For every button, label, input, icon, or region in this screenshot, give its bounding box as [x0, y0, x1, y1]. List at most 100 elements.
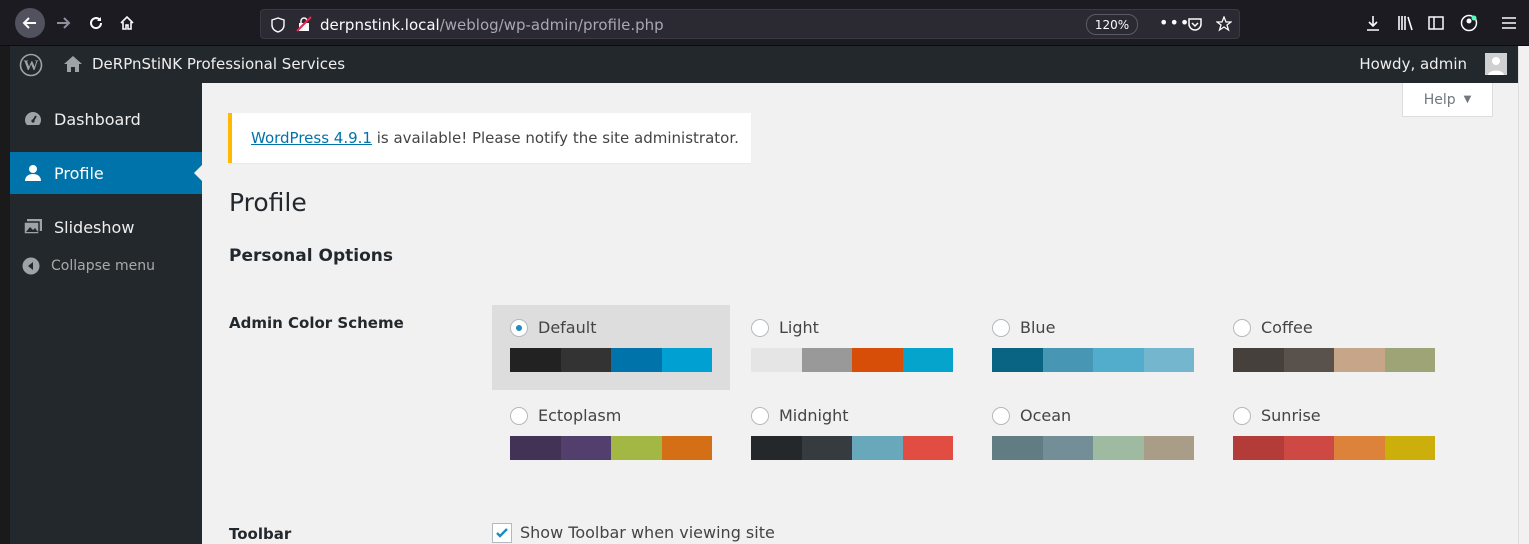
scheme-swatches — [751, 348, 953, 372]
home-icon — [120, 15, 134, 30]
download-icon[interactable] — [1365, 15, 1381, 31]
scheme-name: Sunrise — [1261, 406, 1321, 425]
url-bar[interactable]: derpnstink.local/weblog/wp-admin/profile… — [260, 9, 1240, 39]
page-scrollbar[interactable] — [1518, 46, 1529, 544]
bookmark-star-icon[interactable] — [1216, 16, 1232, 32]
sidebar-item-label: Profile — [54, 163, 104, 183]
color-swatch — [801, 348, 852, 372]
wp-admin-bar: W DeRPnStiNK Professional Services Howdy… — [10, 46, 1529, 83]
scheme-swatches — [510, 436, 712, 460]
main-content: Help ▼ WordPress 4.9.1 is available! Ple… — [202, 83, 1518, 544]
scheme-radio[interactable] — [992, 407, 1010, 425]
shield-icon — [271, 17, 285, 33]
pocket-icon[interactable] — [1187, 16, 1203, 32]
section-title: Personal Options — [229, 246, 393, 266]
color-swatch — [1283, 436, 1334, 460]
scheme-radio[interactable] — [510, 407, 528, 425]
user-avatar-icon — [1485, 53, 1507, 75]
site-name-link[interactable]: DeRPnStiNK Professional Services — [92, 55, 345, 73]
home-button[interactable] — [112, 8, 142, 38]
update-notice: WordPress 4.9.1 is available! Please not… — [228, 113, 751, 163]
library-icon[interactable] — [1397, 15, 1415, 31]
color-scheme-label: Admin Color Scheme — [229, 314, 404, 332]
scheme-option-light[interactable]: Light — [733, 305, 971, 390]
howdy-user-link[interactable]: Howdy, admin — [1359, 55, 1467, 73]
wordpress-logo-icon[interactable]: W — [19, 53, 43, 77]
home-icon[interactable] — [63, 55, 83, 73]
scheme-name: Blue — [1020, 318, 1056, 337]
color-swatch — [1384, 436, 1435, 460]
scheme-option-coffee[interactable]: Coffee — [1215, 305, 1453, 390]
scheme-swatches — [1233, 348, 1435, 372]
scheme-name: Midnight — [779, 406, 849, 425]
color-swatch — [1233, 436, 1284, 460]
sidebar-item-slideshow[interactable]: Slideshow — [10, 206, 202, 248]
zoom-level[interactable]: 120% — [1086, 14, 1138, 35]
scheme-option-default[interactable]: Default — [492, 305, 730, 390]
color-swatch — [510, 436, 561, 460]
scheme-name: Coffee — [1261, 318, 1313, 337]
scheme-radio[interactable] — [1233, 319, 1251, 337]
color-swatch — [992, 348, 1043, 372]
update-link[interactable]: WordPress 4.9.1 — [251, 129, 372, 147]
collapse-menu-label: Collapse menu — [51, 258, 155, 274]
color-swatch — [611, 436, 662, 460]
color-swatch — [852, 348, 903, 372]
toolbar-checkbox-label: Show Toolbar when viewing site — [520, 523, 775, 542]
scheme-radio[interactable] — [992, 319, 1010, 337]
collapse-menu-button[interactable]: Collapse menu — [22, 257, 155, 275]
url-text[interactable]: derpnstink.local/weblog/wp-admin/profile… — [320, 16, 664, 34]
color-swatch — [902, 436, 953, 460]
collapse-arrow-icon — [22, 257, 40, 275]
scheme-swatches — [751, 436, 953, 460]
scheme-option-midnight[interactable]: Midnight — [733, 393, 971, 478]
scheme-name: Default — [538, 318, 597, 337]
browser-toolbar: derpnstink.local/weblog/wp-admin/profile… — [0, 0, 1529, 46]
caret-down-icon: ▼ — [1463, 94, 1472, 105]
sidebar-toggle-icon[interactable] — [1428, 15, 1444, 31]
color-swatch — [751, 436, 802, 460]
more-actions-icon[interactable]: ••• — [1159, 13, 1190, 32]
help-tab-button[interactable]: Help ▼ — [1402, 83, 1493, 117]
scheme-swatches — [992, 348, 1194, 372]
scheme-radio[interactable] — [510, 319, 528, 337]
reload-button[interactable] — [81, 8, 111, 38]
page-title: Profile — [229, 188, 307, 217]
checkmark-icon — [496, 528, 508, 538]
arrow-right-icon — [57, 17, 71, 29]
scheme-swatches — [510, 348, 712, 372]
scheme-radio[interactable] — [751, 319, 769, 337]
user-icon — [22, 162, 44, 184]
scheme-radio[interactable] — [751, 407, 769, 425]
color-swatch — [1384, 348, 1435, 372]
color-swatch — [661, 436, 712, 460]
color-swatch — [1334, 436, 1385, 460]
color-swatch — [902, 348, 953, 372]
scheme-swatches — [992, 436, 1194, 460]
sidebar-item-dashboard[interactable]: Dashboard — [10, 98, 202, 140]
admin-sidebar: Dashboard Profile Slideshow Collapse men… — [10, 83, 202, 544]
scheme-radio[interactable] — [1233, 407, 1251, 425]
color-swatch — [852, 436, 903, 460]
color-swatch — [992, 436, 1043, 460]
notice-text: is available! Please notify the site adm… — [371, 129, 739, 147]
color-swatch — [1093, 348, 1144, 372]
avatar[interactable] — [1485, 53, 1507, 75]
forward-button[interactable] — [48, 8, 78, 38]
color-swatch — [560, 436, 611, 460]
color-swatch — [1093, 436, 1144, 460]
back-button[interactable] — [15, 8, 45, 38]
scheme-option-ectoplasm[interactable]: Ectoplasm — [492, 393, 730, 478]
color-swatch — [510, 348, 561, 372]
scheme-option-ocean[interactable]: Ocean — [974, 393, 1212, 478]
scheme-option-sunrise[interactable]: Sunrise — [1215, 393, 1453, 478]
arrow-left-icon — [22, 17, 36, 29]
scheme-swatches — [1233, 436, 1435, 460]
account-icon[interactable] — [1460, 14, 1478, 32]
insecure-lock-icon[interactable] — [296, 16, 312, 32]
sidebar-item-profile[interactable]: Profile — [10, 152, 202, 194]
menu-icon[interactable] — [1502, 16, 1516, 30]
scheme-name: Light — [779, 318, 819, 337]
toolbar-checkbox[interactable] — [492, 523, 512, 543]
scheme-option-blue[interactable]: Blue — [974, 305, 1212, 390]
